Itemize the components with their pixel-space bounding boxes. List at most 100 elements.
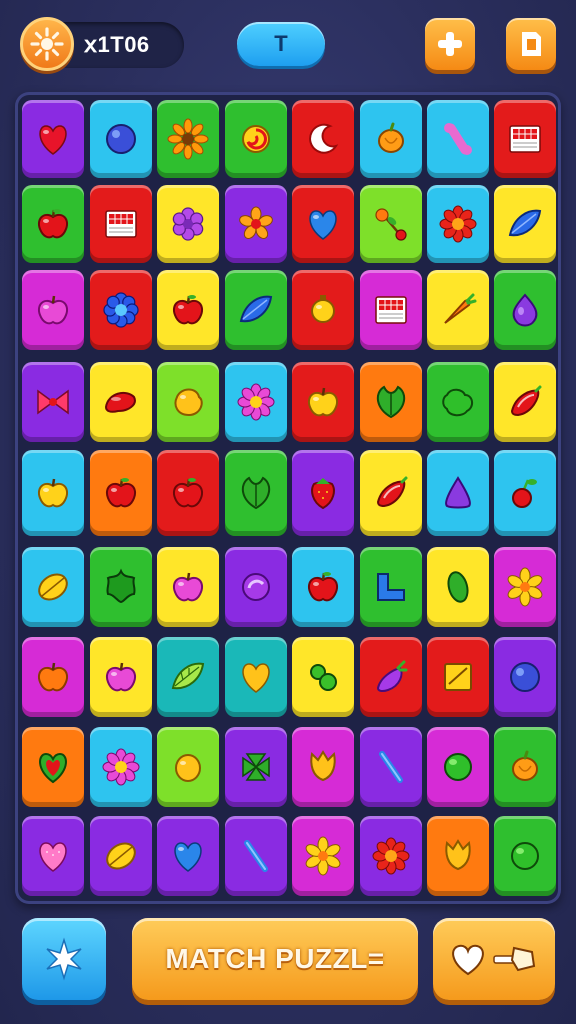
tile[interactable] xyxy=(157,727,219,807)
tile[interactable] xyxy=(22,362,84,442)
tile[interactable] xyxy=(427,362,489,442)
green-heart-icon xyxy=(39,752,67,784)
tile[interactable] xyxy=(225,362,287,442)
blue-flower-icon xyxy=(103,292,139,328)
page-button[interactable] xyxy=(506,18,556,70)
yellow-flower-icon xyxy=(507,567,543,607)
tile[interactable] xyxy=(494,547,556,627)
tile[interactable] xyxy=(225,637,287,717)
tile[interactable] xyxy=(360,362,422,442)
tile[interactable] xyxy=(90,100,152,178)
yellow-tulip-icon xyxy=(310,750,336,782)
orange-flower-icon xyxy=(239,206,273,239)
tile[interactable] xyxy=(292,185,354,263)
tile[interactable] xyxy=(90,450,152,536)
tile[interactable] xyxy=(157,270,219,350)
tile[interactable] xyxy=(360,270,422,350)
apple-icon xyxy=(106,478,136,508)
orange-fruit-icon xyxy=(512,750,538,781)
center-pill-button[interactable]: T xyxy=(237,22,325,66)
yellow-bulb-icon xyxy=(311,295,335,323)
purple-orb-icon xyxy=(242,573,270,601)
tile[interactable] xyxy=(494,450,556,536)
tile[interactable] xyxy=(90,547,152,627)
green-pea-icon xyxy=(447,571,469,603)
tile[interactable] xyxy=(157,185,219,263)
tile[interactable] xyxy=(157,362,219,442)
tile[interactable] xyxy=(427,450,489,536)
tile[interactable] xyxy=(427,547,489,627)
tile[interactable] xyxy=(360,727,422,807)
red-pepper-icon xyxy=(376,476,408,508)
tile[interactable] xyxy=(225,727,287,807)
purple-drop-icon xyxy=(512,293,538,327)
tile[interactable] xyxy=(157,547,219,627)
tile[interactable] xyxy=(22,450,84,536)
tile[interactable] xyxy=(22,637,84,717)
tile[interactable] xyxy=(494,100,556,178)
tile[interactable] xyxy=(494,362,556,442)
tile[interactable] xyxy=(360,450,422,536)
tile[interactable] xyxy=(427,637,489,717)
tile[interactable] xyxy=(360,185,422,263)
tile[interactable] xyxy=(494,637,556,717)
tile[interactable] xyxy=(157,816,219,896)
tile[interactable] xyxy=(157,637,219,717)
tile[interactable] xyxy=(90,270,152,350)
yellow-leaf-icon xyxy=(106,842,136,870)
heart-key-icon xyxy=(452,944,536,976)
heart-key-button[interactable] xyxy=(433,918,555,1000)
tile[interactable] xyxy=(225,816,287,896)
tile[interactable] xyxy=(360,816,422,896)
tile[interactable] xyxy=(292,270,354,350)
tile[interactable] xyxy=(494,727,556,807)
grid-card-icon xyxy=(105,210,137,238)
tile[interactable] xyxy=(225,185,287,263)
tile[interactable] xyxy=(292,362,354,442)
tile[interactable] xyxy=(360,637,422,717)
tile[interactable] xyxy=(427,100,489,178)
tile[interactable] xyxy=(494,816,556,896)
tile[interactable] xyxy=(225,450,287,536)
match-puzzle-button[interactable]: MATCH PUZZL= xyxy=(132,918,418,1000)
tile[interactable] xyxy=(90,637,152,717)
tile[interactable] xyxy=(22,816,84,896)
tile[interactable] xyxy=(22,270,84,350)
tile[interactable] xyxy=(22,727,84,807)
sun-icon[interactable] xyxy=(20,17,74,71)
tile[interactable] xyxy=(360,100,422,178)
tile[interactable] xyxy=(157,450,219,536)
tile[interactable] xyxy=(225,270,287,350)
tile[interactable] xyxy=(292,727,354,807)
tile[interactable] xyxy=(90,816,152,896)
plus-button[interactable] xyxy=(425,18,475,70)
tile[interactable] xyxy=(90,727,152,807)
tile[interactable] xyxy=(292,450,354,536)
tile[interactable] xyxy=(292,100,354,178)
tile[interactable] xyxy=(427,185,489,263)
tile[interactable] xyxy=(225,547,287,627)
blue-stick-icon xyxy=(379,751,403,783)
tile[interactable] xyxy=(494,270,556,350)
yellow-apple-icon xyxy=(38,478,68,508)
tile[interactable] xyxy=(292,547,354,627)
tile[interactable] xyxy=(22,185,84,263)
tile[interactable] xyxy=(90,362,152,442)
score-value: ⅹ1T06 xyxy=(84,32,150,57)
carrot-icon xyxy=(444,293,477,324)
tile[interactable] xyxy=(22,100,84,178)
tile[interactable] xyxy=(427,270,489,350)
tile[interactable] xyxy=(292,637,354,717)
tile[interactable] xyxy=(90,185,152,263)
tile[interactable] xyxy=(360,547,422,627)
sparkle-button[interactable] xyxy=(22,918,106,1000)
tile[interactable] xyxy=(225,100,287,178)
tile[interactable] xyxy=(292,816,354,896)
yellow-apple-icon xyxy=(308,387,338,417)
orange-fruit-icon xyxy=(378,122,404,153)
tile[interactable] xyxy=(157,100,219,178)
tile[interactable] xyxy=(22,547,84,627)
tile[interactable] xyxy=(427,816,489,896)
tile[interactable] xyxy=(494,185,556,263)
tile[interactable] xyxy=(427,727,489,807)
